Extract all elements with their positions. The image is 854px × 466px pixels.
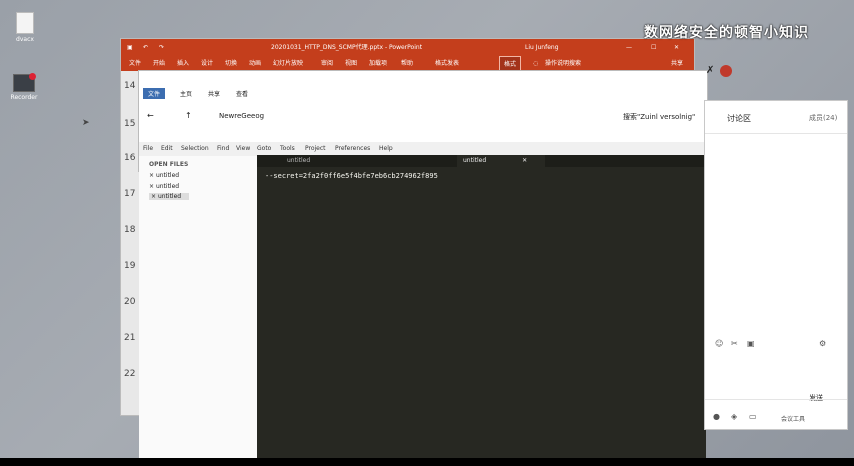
ppt-ribbon: 文件 开始 插入 设计 切换 动画 幻灯片放映 审阅 视图 加载项 帮助 格式发… xyxy=(121,56,694,73)
menu-item[interactable]: Help xyxy=(379,145,393,152)
up-arrow-icon[interactable]: ↑ xyxy=(185,111,192,120)
slide-number[interactable]: 18 xyxy=(124,225,135,235)
redo-icon[interactable]: ↷ xyxy=(159,39,164,56)
slide-number[interactable]: 22 xyxy=(124,369,135,379)
ribbon-tab[interactable]: 审阅 xyxy=(321,56,333,71)
slide-number[interactable]: 21 xyxy=(124,333,135,343)
open-file-item[interactable]: × untitled xyxy=(149,183,179,190)
chat-title[interactable]: 讨论区 xyxy=(727,113,751,124)
editor-tab[interactable]: untitled xyxy=(281,155,316,167)
editor-tab-active[interactable]: untitled ✕ xyxy=(457,155,545,167)
scissors-icon[interactable]: ✂ xyxy=(731,339,738,348)
slide-number[interactable]: 20 xyxy=(124,297,135,307)
menu-item[interactable]: Find xyxy=(217,145,229,152)
ppt-title-bar: ▣ ↶ ↷ 20201031_HTTP_DNS_SCMP代理.pptx - Po… xyxy=(121,39,694,56)
emoji-icon[interactable]: ☺ xyxy=(715,339,723,348)
slide-number[interactable]: 14 xyxy=(124,81,135,91)
open-file-name: untitled xyxy=(157,193,182,200)
ribbon-tab[interactable]: 视图 xyxy=(345,56,357,71)
menu-item[interactable]: Project xyxy=(305,145,326,152)
address-bar[interactable]: NewreGeeog xyxy=(219,112,264,120)
explorer-tab[interactable]: 共享 xyxy=(203,88,225,99)
slide-number[interactable]: 19 xyxy=(124,261,135,271)
back-arrow-icon[interactable]: ← xyxy=(147,111,154,120)
ribbon-tab[interactable]: 开始 xyxy=(153,56,165,71)
share-button[interactable]: 共享 xyxy=(671,56,683,71)
ribbon-tab[interactable]: 加载项 xyxy=(369,56,387,71)
tell-me-search[interactable]: 操作说明搜索 xyxy=(545,56,581,71)
image-icon[interactable]: ▣ xyxy=(747,339,755,348)
menu-item[interactable]: File xyxy=(143,145,153,152)
ribbon-tab[interactable]: 切换 xyxy=(225,56,237,71)
explorer-search[interactable]: 搜索"Zuinl versolnig" xyxy=(623,112,695,122)
recorder-icon xyxy=(13,73,36,92)
desktop-recorder-icon[interactable]: Recorder xyxy=(4,73,44,101)
ribbon-tab[interactable]: 动画 xyxy=(249,56,261,71)
code-line[interactable]: --secret=2fa2f0ff6e5f4bfe7eb6cb274962f89… xyxy=(265,172,438,180)
open-file-name: untitled xyxy=(155,172,180,179)
ribbon-tab[interactable]: 插入 xyxy=(177,56,189,71)
menu-item[interactable]: Tools xyxy=(280,145,295,152)
menu-item[interactable]: Preferences xyxy=(335,145,370,152)
editor-tab-bar: untitled untitled ✕ xyxy=(257,155,706,167)
open-file-item[interactable]: × untitled xyxy=(149,172,179,179)
file-icon xyxy=(16,12,34,34)
open-file-name: untitled xyxy=(155,183,180,190)
menu-item[interactable]: Edit xyxy=(161,145,173,152)
chat-members[interactable]: 成员(24) xyxy=(809,113,837,123)
ppt-user[interactable]: Liu Junfeng xyxy=(525,39,559,56)
explorer-tab[interactable]: 查看 xyxy=(231,88,253,99)
ribbon-tab[interactable]: 帮助 xyxy=(401,56,413,71)
desktop-icon-label: dvacx xyxy=(16,36,34,43)
ribbon-tab[interactable]: 幻灯片放映 xyxy=(273,56,303,71)
slide-number[interactable]: 17 xyxy=(124,189,135,199)
speaker-icon[interactable]: ◈ xyxy=(731,412,737,421)
desktop-file-icon[interactable]: dvacx xyxy=(5,12,45,43)
meeting-toolbar: ● ◈ ▭ 会议工具 xyxy=(705,399,847,430)
channel-watermark: 数网络安全的顿智小知识 xyxy=(644,25,809,41)
tool-icon[interactable]: ✗ xyxy=(706,65,714,76)
microphone-icon[interactable]: ● xyxy=(713,412,720,421)
mouse-cursor-icon: ➤ xyxy=(82,118,90,128)
open-file-item-selected[interactable]: × untitled xyxy=(149,193,190,200)
ribbon-tab[interactable]: 文件 xyxy=(129,56,141,71)
discussion-panel: 讨论区 成员(24) ☺ ✂ ▣ ⚙ 发送 ● ◈ ▭ 会议工具 xyxy=(704,100,848,430)
slide-number[interactable]: 15 xyxy=(124,119,135,129)
ribbon-tab[interactable]: 格式发表 xyxy=(435,56,459,71)
slide-number[interactable]: 16 xyxy=(124,153,135,163)
ribbon-tab[interactable]: 设计 xyxy=(201,56,213,71)
sublime-sidebar: OPEN FILES × untitled × untitled × untit… xyxy=(139,156,258,458)
ppt-title: 20201031_HTTP_DNS_SCMP代理.pptx - PowerPoi… xyxy=(271,44,423,51)
chat-header: 讨论区 成员(24) xyxy=(705,101,847,134)
explorer-tab[interactable]: 文件 xyxy=(143,88,166,99)
menu-item[interactable]: Goto xyxy=(257,145,271,152)
lightbulb-icon: ◌ xyxy=(533,60,539,67)
meeting-tools-label[interactable]: 会议工具 xyxy=(781,414,805,423)
camera-icon[interactable]: ▭ xyxy=(749,412,757,421)
undo-icon[interactable]: ↶ xyxy=(143,39,148,56)
record-icon[interactable] xyxy=(720,65,732,77)
menu-item[interactable]: Selection xyxy=(181,145,209,152)
tab-close-icon[interactable]: ✕ xyxy=(522,157,527,164)
minimize-icon[interactable]: — xyxy=(626,39,632,56)
explorer-tab[interactable]: 主页 xyxy=(175,88,197,99)
desktop-icon-label: Recorder xyxy=(10,94,38,101)
menu-item[interactable]: View xyxy=(236,145,250,152)
settings-icon[interactable]: ⚙ xyxy=(819,339,826,348)
editor-tab-label: untitled xyxy=(463,157,487,164)
code-editor[interactable]: untitled untitled ✕ --secret=2fa2f0ff6e5… xyxy=(257,155,706,458)
open-files-header: OPEN FILES xyxy=(149,161,189,168)
save-icon[interactable]: ▣ xyxy=(127,39,133,56)
